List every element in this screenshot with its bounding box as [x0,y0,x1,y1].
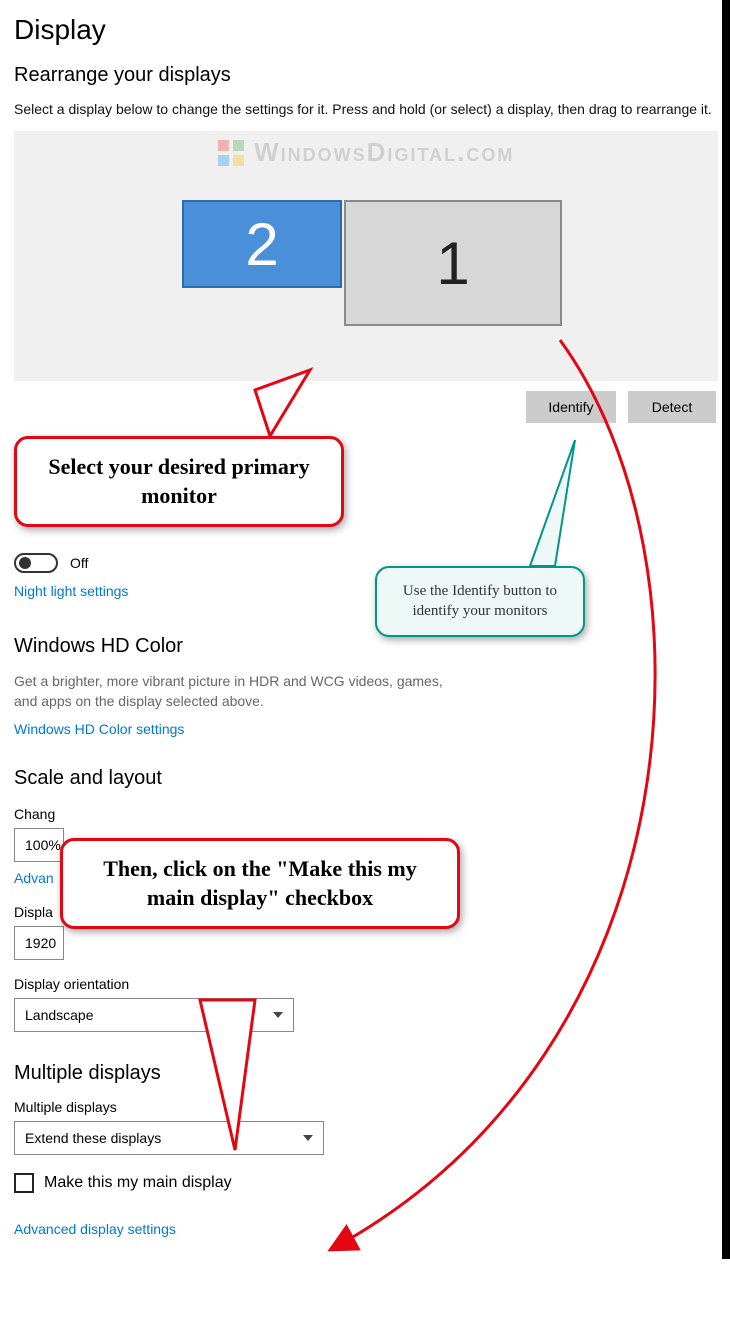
display-tile-1[interactable]: 1 [344,200,562,326]
window-edge [722,0,730,1259]
chevron-down-icon [273,1012,283,1018]
night-light-toggle-label: Off [70,555,88,571]
detect-button[interactable]: Detect [628,391,716,423]
page-title: Display [14,14,718,46]
main-display-checkbox[interactable] [14,1173,34,1193]
callout-primary-monitor: Select your desired primary monitor [14,436,344,527]
watermark-text: WindowsDigital.com [254,137,514,167]
scale-size-value: 100% [25,837,61,853]
scale-heading: Scale and layout [14,767,718,790]
multi-displays-value: Extend these displays [25,1130,161,1146]
chevron-down-icon [303,1135,313,1141]
multi-heading: Multiple displays [14,1062,718,1085]
rearrange-heading: Rearrange your displays [14,64,718,87]
hdcolor-desc: Get a brighter, more vibrant picture in … [14,672,454,711]
main-display-checkbox-row[interactable]: Make this my main display [14,1173,718,1193]
night-light-settings-link[interactable]: Night light settings [14,583,128,599]
hdcolor-heading: Windows HD Color [14,635,718,658]
resolution-dropdown[interactable]: 1920 [14,926,64,960]
orientation-label: Display orientation [14,976,718,992]
callout-make-main: Then, click on the "Make this my main di… [60,838,460,929]
callout-identify-text: Use the Identify button to identify your… [403,583,557,619]
display-tile-2[interactable]: 2 [182,200,342,288]
windows-logo-icon [218,140,244,166]
watermark: WindowsDigital.com [14,137,718,168]
resolution-value: 1920 [25,935,56,951]
orientation-dropdown[interactable]: Landscape [14,998,294,1032]
display-arrange-area[interactable]: WindowsDigital.com 2 1 [14,131,718,381]
hdcolor-settings-link[interactable]: Windows HD Color settings [14,721,184,737]
callout-primary-text: Select your desired primary monitor [48,454,309,508]
callout-make-main-text: Then, click on the "Make this my main di… [103,856,417,910]
orientation-value: Landscape [25,1007,94,1023]
advanced-scaling-link[interactable]: Advan [14,870,54,886]
scale-size-label: Chang [14,806,718,822]
advanced-display-settings-link[interactable]: Advanced display settings [14,1221,176,1237]
display-tile-1-label: 1 [436,229,469,298]
rearrange-instruction: Select a display below to change the set… [14,101,718,117]
night-light-toggle[interactable] [14,553,58,573]
multi-displays-dropdown[interactable]: Extend these displays [14,1121,324,1155]
multi-label: Multiple displays [14,1099,718,1115]
toggle-knob-icon [19,557,31,569]
main-display-checkbox-label: Make this my main display [44,1174,232,1192]
display-tile-2-label: 2 [245,210,278,279]
callout-identify: Use the Identify button to identify your… [375,566,585,637]
identify-button[interactable]: Identify [526,391,615,423]
scale-size-dropdown[interactable]: 100% [14,828,64,862]
